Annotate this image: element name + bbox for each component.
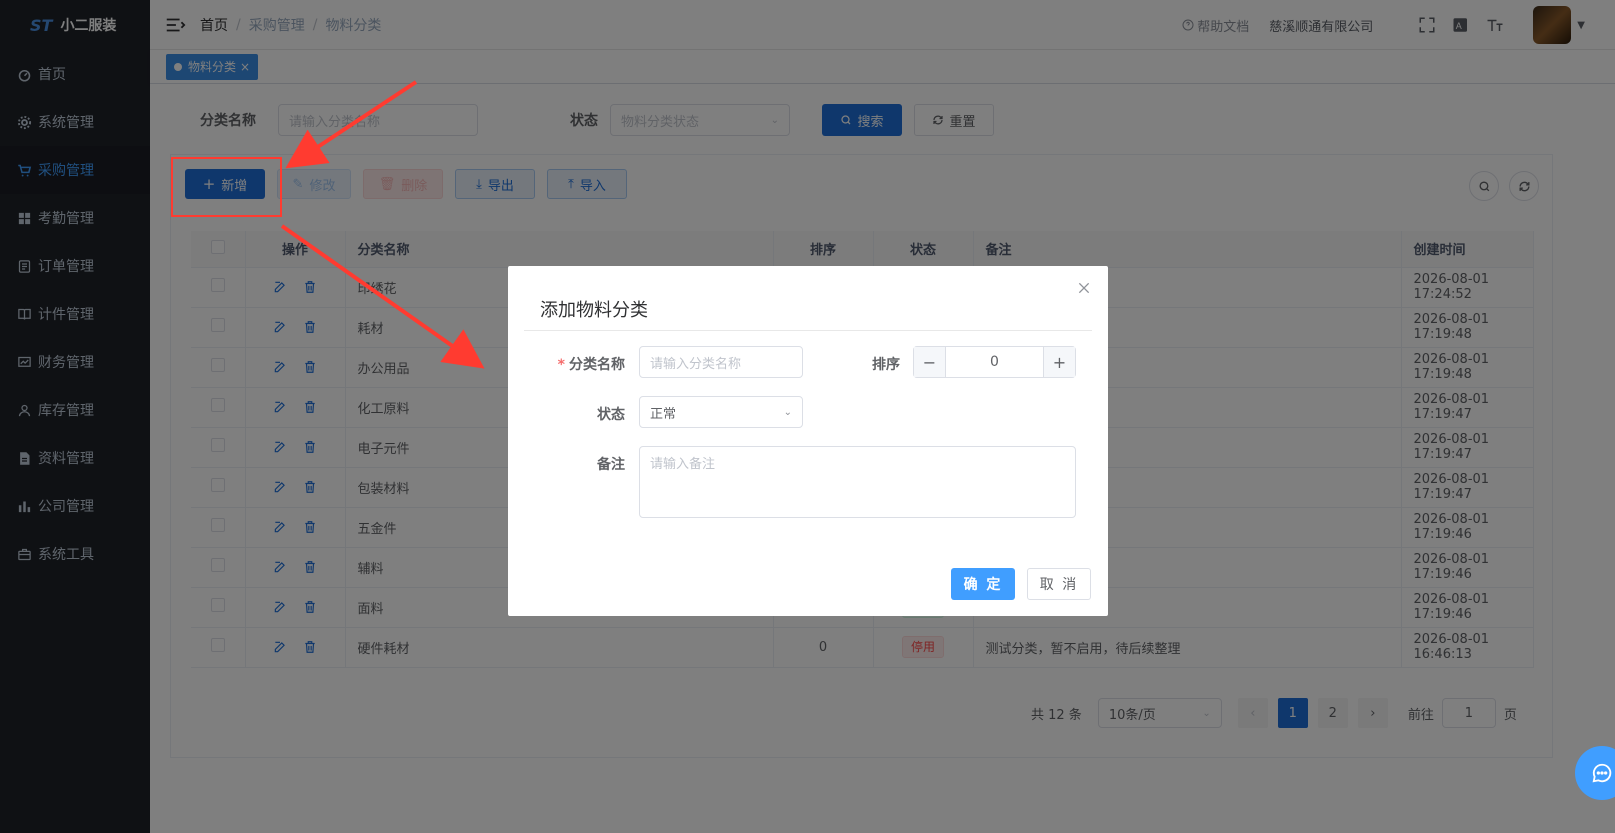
chat-icon (1592, 763, 1612, 783)
annotation-arrow-to-add (285, 80, 418, 169)
annotation-arrow-to-dialog (280, 224, 485, 369)
annotation-arrows (280, 80, 485, 369)
